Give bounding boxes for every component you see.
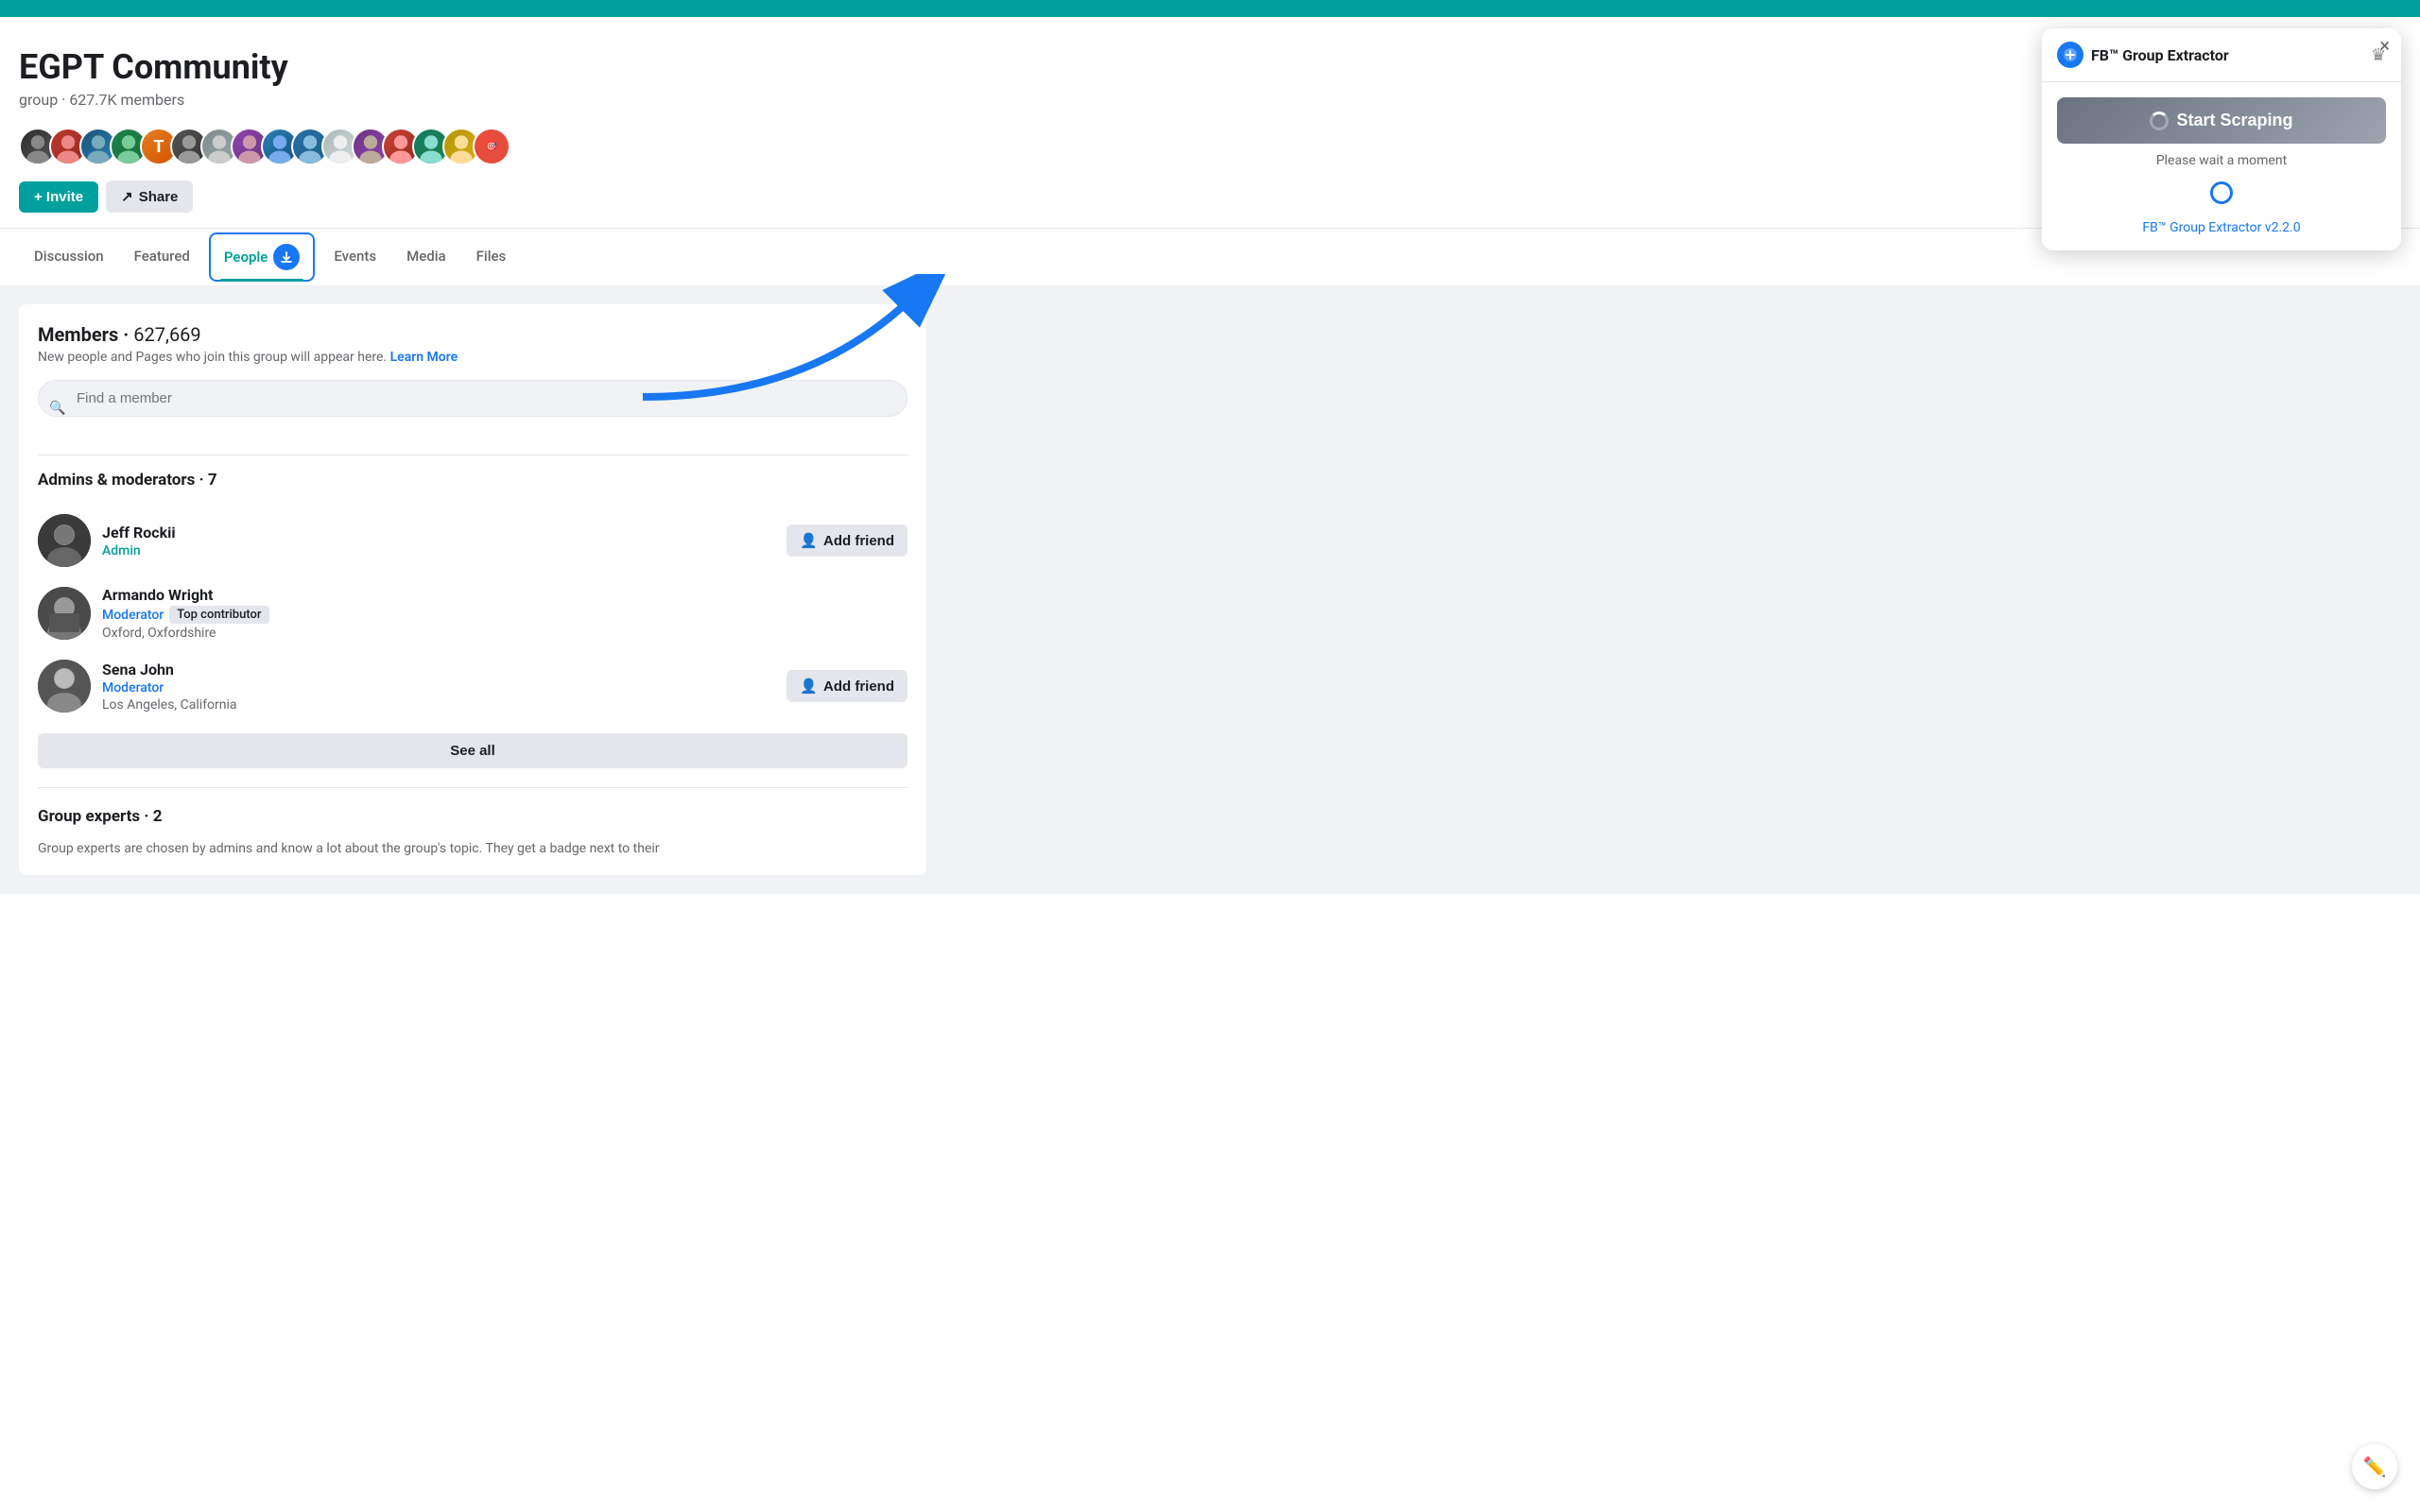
badge-moderator-armando: Moderator <box>102 608 164 623</box>
download-icon <box>273 244 300 270</box>
tab-events[interactable]: Events <box>319 236 391 279</box>
wait-message: Please wait a moment <box>2057 153 2386 168</box>
search-icon: 🔍 <box>49 401 65 416</box>
member-avatar-sena[interactable] <box>38 660 91 713</box>
member-avatar-armando[interactable] <box>38 587 91 640</box>
member-name-sena[interactable]: Sena John <box>102 661 237 679</box>
extension-popup: × FB™ Group Extractor ♛ Start Scraping P… <box>2042 28 2401 250</box>
member-name-jeff[interactable]: Jeff Rockii <box>102 524 176 541</box>
tab-people-wrapper[interactable]: People <box>209 232 316 282</box>
search-wrapper: 🔍 <box>38 380 908 436</box>
tab-files[interactable]: Files <box>461 236 522 279</box>
share-button[interactable]: ↗ Share <box>106 180 193 213</box>
start-scraping-label: Start Scraping <box>2176 111 2292 130</box>
member-location-armando: Oxford, Oxfordshire <box>102 626 269 641</box>
member-details-jeff: Jeff Rockii Admin <box>102 524 176 558</box>
edit-fab-button[interactable]: ✏️ <box>2352 1444 2397 1489</box>
badge-top-contributor-armando: Top contributor <box>169 606 268 624</box>
popup-title: FB™ Group Extractor <box>2091 46 2229 64</box>
badge-admin-jeff: Admin <box>102 543 141 558</box>
member-row-armando: Armando Wright Moderator Top contributor… <box>38 576 908 650</box>
start-scraping-button[interactable]: Start Scraping <box>2057 97 2386 144</box>
people-active-underline <box>220 279 304 282</box>
members-count: 627,669 <box>133 323 200 346</box>
tab-media[interactable]: Media <box>391 236 461 279</box>
divider-2 <box>38 787 908 788</box>
member-badges-sena: Moderator <box>102 680 237 696</box>
tab-people-label: People <box>224 249 268 266</box>
member-details-sena: Sena John Moderator Los Angeles, Califor… <box>102 661 237 713</box>
popup-close-button[interactable]: × <box>2379 36 2390 55</box>
member-info-armando: Armando Wright Moderator Top contributor… <box>38 586 269 641</box>
top-bar <box>0 0 2420 17</box>
person-plus-icon-sena: 👤 <box>800 678 818 695</box>
members-subtitle: New people and Pages who join this group… <box>38 350 908 365</box>
avatar[interactable]: 🎯 <box>473 128 510 165</box>
member-info-sena: Sena John Moderator Los Angeles, Califor… <box>38 660 237 713</box>
version-link[interactable]: FB™ Group Extractor v2.2.0 <box>2142 220 2300 235</box>
group-experts-subtitle: Group experts are chosen by admins and k… <box>38 841 908 856</box>
member-row-sena: Sena John Moderator Los Angeles, Califor… <box>38 650 908 722</box>
member-info-jeff: Jeff Rockii Admin <box>38 514 176 567</box>
invite-button[interactable]: + Invite <box>19 181 98 213</box>
member-details-armando: Armando Wright Moderator Top contributor… <box>102 586 269 641</box>
learn-more-link[interactable]: Learn More <box>390 350 458 365</box>
members-title: Members · 627,669 <box>38 323 908 346</box>
members-section: Members · 627,669 New people and Pages w… <box>19 304 926 875</box>
add-friend-button-sena[interactable]: 👤 Add friend <box>786 670 908 702</box>
tab-featured[interactable]: Featured <box>119 236 205 279</box>
member-name-armando[interactable]: Armando Wright <box>102 586 269 604</box>
member-row-jeff: Jeff Rockii Admin 👤 Add friend <box>38 505 908 576</box>
tab-people-inner[interactable]: People <box>213 236 312 278</box>
person-plus-icon: 👤 <box>800 532 818 549</box>
popup-header: FB™ Group Extractor ♛ <box>2042 28 2401 82</box>
badge-moderator-sena: Moderator <box>102 680 164 696</box>
loading-spinner <box>2150 112 2169 130</box>
group-experts-header: Group experts · 2 <box>38 807 908 826</box>
see-all-button[interactable]: See all <box>38 733 908 768</box>
popup-logo <box>2057 42 2083 68</box>
member-badges-jeff: Admin <box>102 543 176 558</box>
tab-discussion[interactable]: Discussion <box>19 236 119 279</box>
member-avatar-jeff[interactable] <box>38 514 91 567</box>
add-friend-button-jeff[interactable]: 👤 Add friend <box>786 524 908 557</box>
member-badges-armando: Moderator Top contributor <box>102 606 269 624</box>
members-header: Members · 627,669 New people and Pages w… <box>38 323 908 365</box>
member-location-sena: Los Angeles, California <box>102 697 237 713</box>
edit-icon: ✏️ <box>2363 1455 2387 1478</box>
progress-dot <box>2210 181 2233 204</box>
popup-title-area: FB™ Group Extractor <box>2057 42 2229 68</box>
search-input[interactable] <box>38 380 908 417</box>
content-area: Members · 627,669 New people and Pages w… <box>0 285 2420 894</box>
group-experts-section: Group experts · 2 Group experts are chos… <box>38 807 908 856</box>
admins-section-header: Admins & moderators · 7 <box>38 471 908 490</box>
popup-body: Start Scraping Please wait a moment FB™ … <box>2042 82 2401 250</box>
